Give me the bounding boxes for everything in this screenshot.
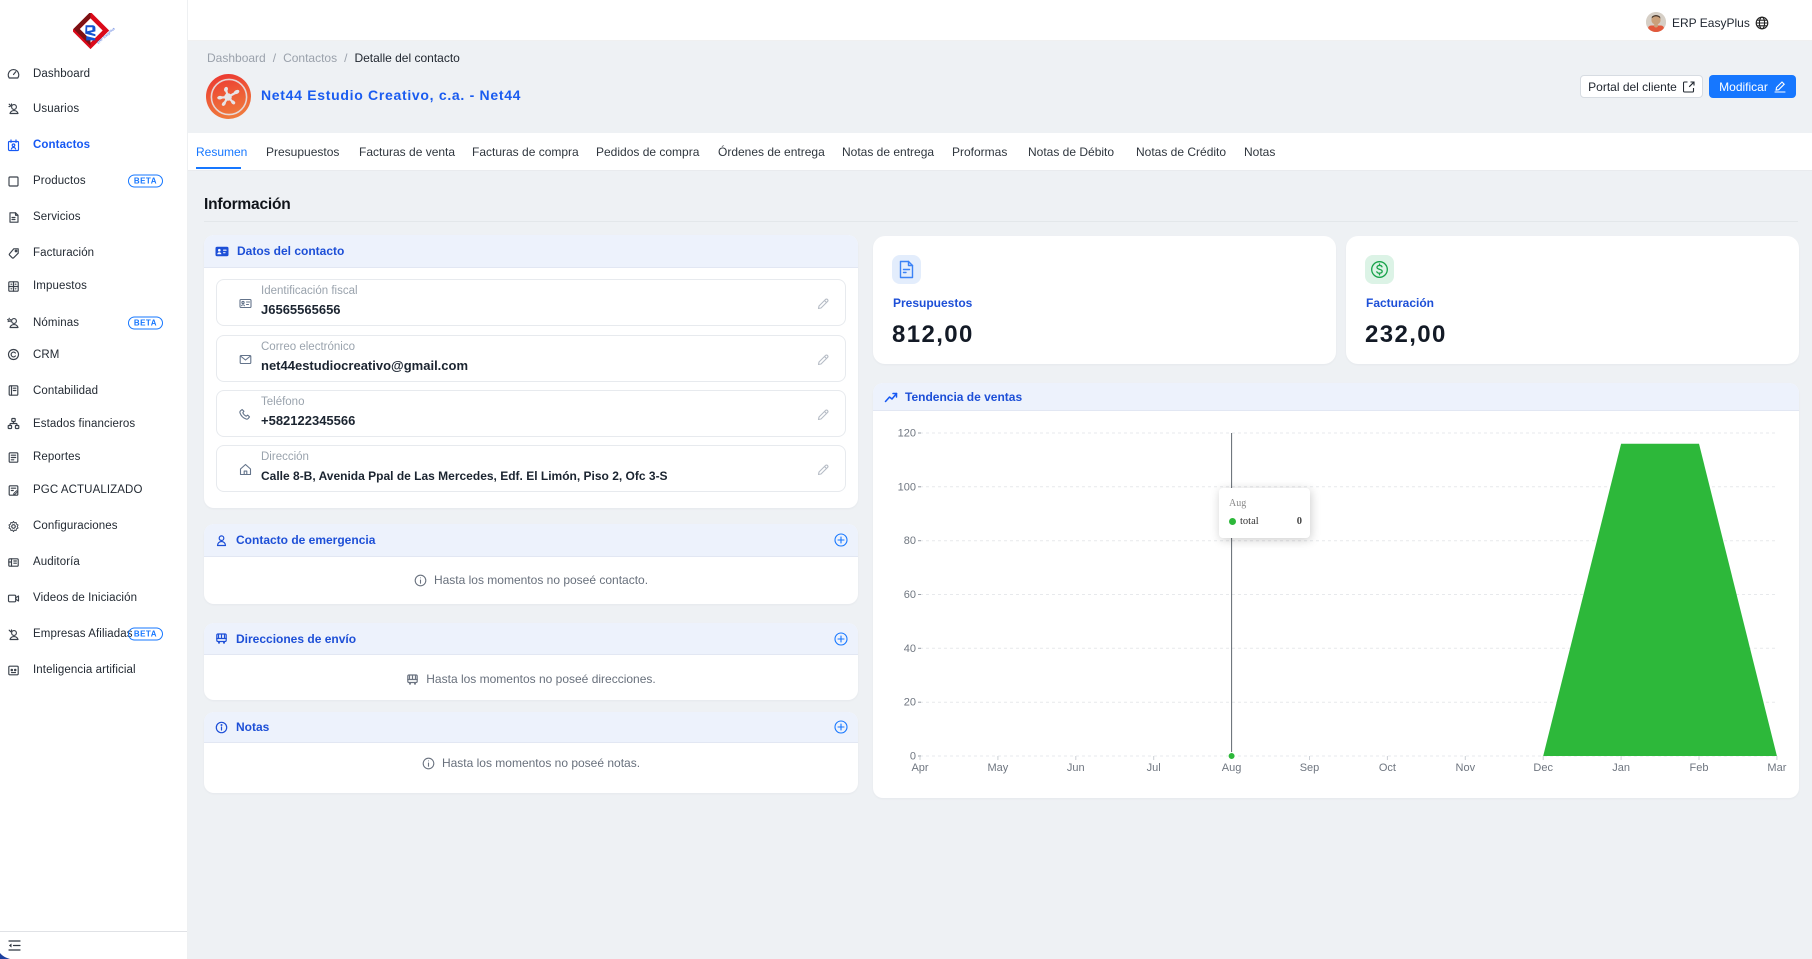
svg-text:Jul: Jul — [1147, 762, 1161, 774]
svg-text:120: 120 — [898, 428, 916, 440]
svg-text:Jan: Jan — [1612, 762, 1630, 774]
svg-text:Mar: Mar — [1767, 762, 1786, 774]
svg-text:100: 100 — [898, 481, 916, 493]
svg-text:40: 40 — [904, 643, 916, 655]
svg-text:Dec: Dec — [1533, 762, 1553, 774]
svg-text:Sep: Sep — [1300, 762, 1320, 774]
svg-text:20: 20 — [904, 697, 916, 709]
svg-text:Feb: Feb — [1690, 762, 1709, 774]
svg-text:Apr: Apr — [911, 762, 928, 774]
svg-text:Nov: Nov — [1456, 762, 1476, 774]
svg-text:Aug: Aug — [1222, 762, 1242, 774]
svg-text:May: May — [988, 762, 1009, 774]
svg-text:80: 80 — [904, 535, 916, 547]
svg-text:60: 60 — [904, 589, 916, 601]
svg-text:Jun: Jun — [1067, 762, 1085, 774]
svg-text:Oct: Oct — [1379, 762, 1396, 774]
svg-text:0: 0 — [910, 751, 916, 763]
